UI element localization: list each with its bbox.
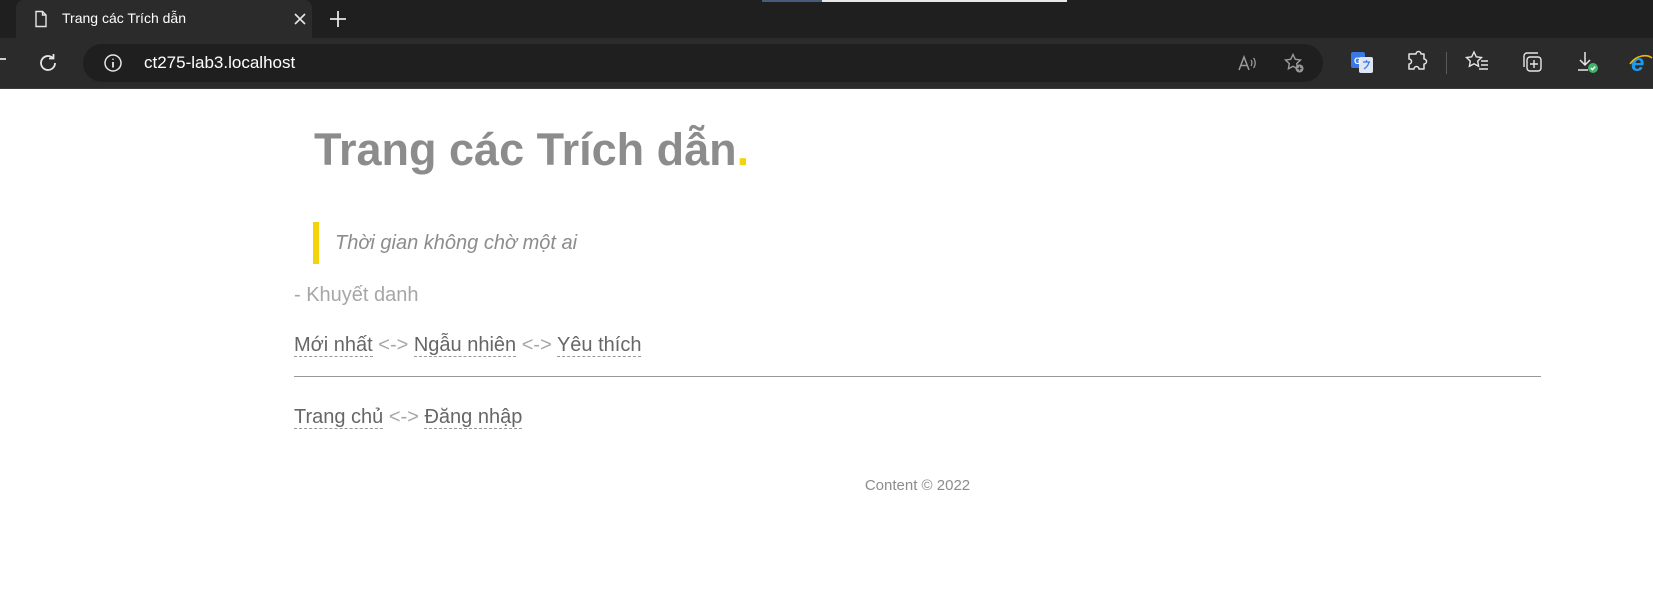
page-title-text: Trang các Trích dẫn (314, 124, 737, 175)
svg-text:G: G (1354, 56, 1361, 66)
back-button-stub[interactable] (0, 58, 6, 60)
browser-toolbar: ct275-lab3.localhost G e (0, 38, 1653, 89)
top-strip-accent (762, 0, 822, 2)
translate-icon[interactable]: G (1349, 49, 1375, 75)
close-icon[interactable] (292, 11, 308, 27)
home-link[interactable]: Trang chủ (294, 406, 384, 429)
collections-icon[interactable] (1519, 49, 1545, 75)
newest-link[interactable]: Mới nhất (294, 334, 373, 357)
quote-author: - Khuyết danh (294, 284, 419, 306)
tab-bar: Trang các Trích dẫn (0, 0, 1653, 38)
quote-text: Thời gian không chờ một ai (335, 232, 578, 254)
footer-text: Content © 2022 (864, 477, 971, 494)
site-nav: Trang chủ <-> Đăng nhập (294, 406, 523, 429)
favorite-link[interactable]: Yêu thích (556, 334, 642, 357)
quote-block: Thời gian không chờ một ai (313, 222, 719, 264)
downloads-icon[interactable] (1574, 49, 1600, 75)
nav-separator: <-> (378, 334, 409, 356)
random-link[interactable]: Ngẫu nhiên (413, 334, 517, 357)
svg-text:e: e (1631, 50, 1644, 75)
reload-icon[interactable] (36, 51, 60, 75)
address-bar[interactable]: ct275-lab3.localhost (83, 44, 1323, 82)
page-title: Trang các Trích dẫn. (314, 124, 749, 176)
quote-nav: Mới nhất <-> Ngẫu nhiên <-> Yêu thích (294, 334, 642, 357)
info-icon[interactable] (103, 53, 123, 73)
browser-tab[interactable]: Trang các Trích dẫn (16, 0, 312, 38)
new-tab-icon[interactable] (328, 9, 348, 29)
add-favorite-icon[interactable] (1283, 52, 1305, 74)
extensions-icon[interactable] (1403, 49, 1429, 75)
title-dot: . (736, 124, 750, 175)
toolbar-separator (1446, 52, 1447, 74)
divider (294, 376, 1541, 377)
read-aloud-icon[interactable] (1236, 52, 1258, 74)
tab-title: Trang các Trích dẫn (62, 10, 186, 26)
login-link[interactable]: Đăng nhập (424, 406, 523, 429)
nav-separator: <-> (521, 334, 552, 356)
page-icon (35, 10, 47, 28)
favorites-icon[interactable] (1464, 49, 1490, 75)
url-text[interactable]: ct275-lab3.localhost (144, 53, 295, 73)
internet-explorer-icon[interactable]: e (1628, 49, 1653, 75)
nav-separator: <-> (388, 406, 419, 428)
